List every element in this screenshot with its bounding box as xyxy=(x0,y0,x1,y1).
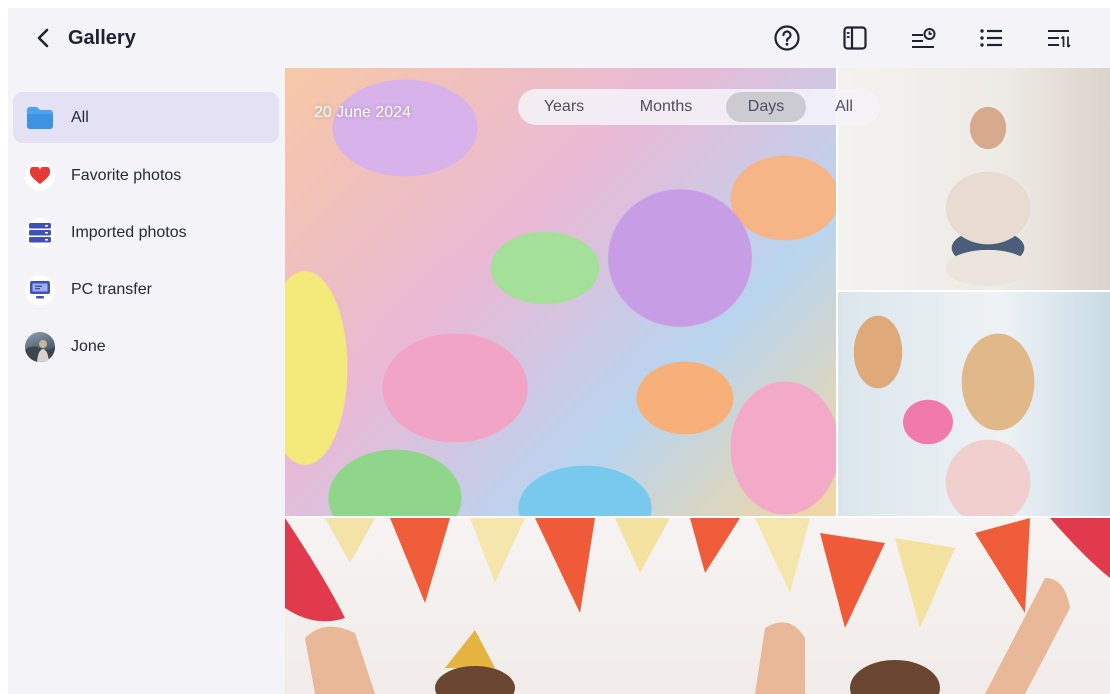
list-view-icon xyxy=(980,29,1002,47)
segment-months[interactable]: Months xyxy=(618,92,714,122)
help-icon xyxy=(774,25,800,51)
segment-days[interactable]: Days xyxy=(726,92,806,122)
sidebar-item-all[interactable]: All xyxy=(13,92,279,143)
page-title: Gallery xyxy=(68,26,136,49)
side-panel-icon xyxy=(843,26,867,50)
app-header: Gallery xyxy=(8,8,1110,68)
sidebar-item-label: PC transfer xyxy=(71,280,152,298)
heart-icon xyxy=(25,160,55,191)
photo-grid: 20 June 2024 Years Months Days All xyxy=(285,68,1110,694)
avatar xyxy=(25,331,55,362)
date-label: 20 June 2024 xyxy=(314,104,411,121)
sidebar-item-favorite-photos[interactable]: Favorite photos xyxy=(13,150,279,201)
sort-button[interactable] xyxy=(1045,24,1073,52)
help-button[interactable] xyxy=(773,24,801,52)
sidebar-item-label: Imported photos xyxy=(71,223,187,241)
sidebar-item-label: Favorite photos xyxy=(71,166,182,184)
list-view-button[interactable] xyxy=(977,24,1005,52)
sidebar: All Favorite photos Imported photos PC t… xyxy=(8,68,285,694)
time-scale-selector: Years Months Days All xyxy=(518,89,880,125)
photo-candy-hearts[interactable]: 20 June 2024 xyxy=(285,68,836,516)
sort-icon xyxy=(1048,30,1071,48)
sidebar-item-imported-photos[interactable]: Imported photos xyxy=(13,207,279,258)
photo-party[interactable] xyxy=(285,518,1110,694)
folder-icon xyxy=(25,103,55,133)
segment-all[interactable]: All xyxy=(814,92,874,122)
side-panel-button[interactable] xyxy=(841,24,869,52)
photo-mother-with-flowers[interactable] xyxy=(838,292,1110,516)
sidebar-item-label: Jone xyxy=(71,337,106,355)
sidebar-item-label: All xyxy=(71,108,89,126)
sidebar-item-pc-transfer[interactable]: PC transfer xyxy=(13,264,279,315)
back-arrow-icon xyxy=(37,28,49,48)
timeline-filter-button[interactable] xyxy=(909,24,937,52)
timeline-filter-icon xyxy=(912,28,936,48)
sidebar-item-jone[interactable]: Jone xyxy=(13,321,279,372)
segment-years[interactable]: Years xyxy=(524,92,604,122)
database-icon xyxy=(25,217,55,248)
back-button[interactable] xyxy=(32,27,54,49)
monitor-icon xyxy=(25,274,55,305)
